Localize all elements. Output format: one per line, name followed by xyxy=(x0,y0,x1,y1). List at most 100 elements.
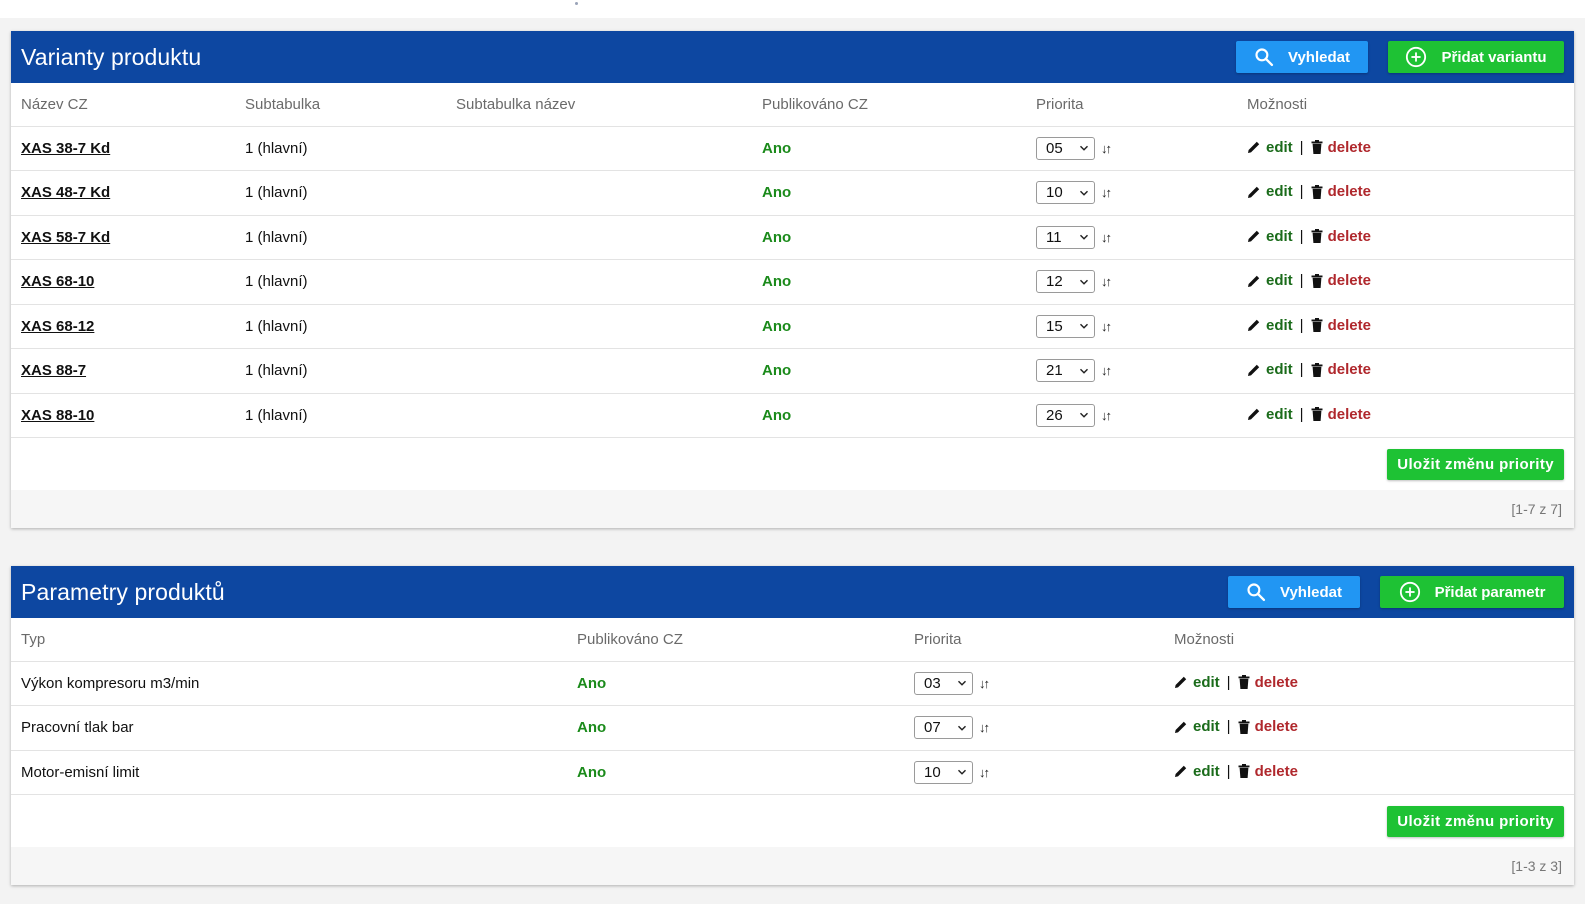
col-moznosti: Možnosti xyxy=(1237,83,1574,127)
variant-name-link[interactable]: XAS 58-7 Kd xyxy=(21,229,110,246)
sort-arrows-icon[interactable]: ↓↑ xyxy=(979,765,990,780)
edit-link[interactable]: edit xyxy=(1266,272,1293,289)
table-row: XAS 68-10 1 (hlavní) Ano 12 ↓↑ edit | delete xyxy=(11,259,1574,305)
priority-select[interactable]: 03 xyxy=(914,671,973,695)
pencil-icon xyxy=(1175,676,1187,688)
priority-select[interactable]: 05 xyxy=(1036,136,1095,160)
options-cell: edit | delete xyxy=(1164,661,1574,706)
delete-link[interactable]: delete xyxy=(1328,139,1371,156)
edit-link[interactable]: edit xyxy=(1266,183,1293,200)
col-nazev: Název CZ xyxy=(11,83,235,127)
delete-link[interactable]: delete xyxy=(1328,406,1371,423)
table-row: Výkon kompresoru m3/min Ano 03 ↓↑ edit | delet… xyxy=(11,661,1574,706)
priority-select[interactable]: 26 xyxy=(1036,403,1095,427)
sort-arrows-icon[interactable]: ↓↑ xyxy=(1101,141,1112,156)
name-cell: XAS 68-12 xyxy=(11,304,235,349)
chevron-down-icon xyxy=(957,680,967,687)
subtable-cell: 1 (hlavní) xyxy=(235,215,446,260)
table-row: XAS 38-7 Kd 1 (hlavní) Ano 05 ↓↑ edit | delete xyxy=(11,126,1574,171)
variant-name-link[interactable]: XAS 48-7 Kd xyxy=(21,184,110,201)
delete-link[interactable]: delete xyxy=(1255,718,1298,735)
table-row: Motor-emisní limit Ano 10 ↓↑ edit | delete xyxy=(11,750,1574,795)
delete-link[interactable]: delete xyxy=(1328,228,1371,245)
name-cell: XAS 88-10 xyxy=(11,393,235,438)
add-variant-button[interactable]: Přidat variantu xyxy=(1388,41,1564,73)
options-cell: edit | delete xyxy=(1237,393,1574,438)
plus-circle-icon xyxy=(1406,46,1427,68)
pencil-icon xyxy=(1248,319,1260,331)
variant-name-link[interactable]: XAS 88-7 xyxy=(21,362,86,379)
published-cell: Ano xyxy=(752,215,1026,260)
priority-value: 07 xyxy=(924,719,941,737)
options-separator: | xyxy=(1299,361,1304,378)
published-cell: Ano xyxy=(752,170,1026,216)
priority-cell: 12 ↓↑ xyxy=(1026,259,1237,305)
priority-value: 10 xyxy=(924,763,941,781)
priority-value: 11 xyxy=(1046,228,1062,246)
priority-cell: 10 ↓↑ xyxy=(904,750,1164,795)
chevron-down-icon xyxy=(1079,234,1089,241)
params-pager: [1-3 z 3] xyxy=(11,847,1574,885)
edit-link[interactable]: edit xyxy=(1266,317,1293,334)
delete-link[interactable]: delete xyxy=(1328,272,1371,289)
sort-arrows-icon[interactable]: ↓↑ xyxy=(1101,363,1112,378)
trash-icon xyxy=(1238,719,1250,734)
options-cell: edit | delete xyxy=(1237,126,1574,171)
add-parameter-button[interactable]: Přidat parametr xyxy=(1380,576,1564,608)
edit-link[interactable]: edit xyxy=(1266,139,1293,156)
options-cell: edit | delete xyxy=(1164,705,1574,751)
priority-value: 15 xyxy=(1046,317,1063,335)
priority-cell: 11 ↓↑ xyxy=(1026,215,1237,260)
sort-arrows-icon[interactable]: ↓↑ xyxy=(1101,185,1112,200)
sort-arrows-icon[interactable]: ↓↑ xyxy=(979,720,990,735)
chevron-down-icon xyxy=(1079,190,1089,196)
col-subtabulka: Subtabulka xyxy=(235,83,446,127)
variant-name-link[interactable]: XAS 88-10 xyxy=(21,407,94,424)
trash-icon xyxy=(1238,675,1250,689)
params-panel-header: Parametry produktů Vyhledat Přidat param… xyxy=(11,566,1574,618)
chevron-down-icon xyxy=(1079,323,1089,330)
params-search-button[interactable]: Vyhledat xyxy=(1228,576,1360,608)
delete-link[interactable]: delete xyxy=(1328,361,1371,378)
variants-search-button[interactable]: Vyhledat xyxy=(1236,41,1368,73)
variant-name-link[interactable]: XAS 68-10 xyxy=(21,273,94,290)
variant-name-link[interactable]: XAS 68-12 xyxy=(21,318,94,335)
priority-select[interactable]: 10 xyxy=(914,760,973,784)
delete-link[interactable]: delete xyxy=(1255,674,1298,691)
priority-select[interactable]: 21 xyxy=(1036,359,1095,383)
priority-select[interactable]: 15 xyxy=(1036,314,1095,338)
delete-link[interactable]: delete xyxy=(1255,763,1298,780)
priority-select[interactable]: 07 xyxy=(914,716,973,740)
plus-circle-icon xyxy=(1399,581,1420,603)
pencil-icon xyxy=(1248,186,1260,198)
variants-footer: Uložit změnu priority xyxy=(11,438,1574,490)
delete-link[interactable]: delete xyxy=(1328,183,1371,200)
add-parameter-label: Přidat parametr xyxy=(1434,583,1546,601)
published-value: Ano xyxy=(762,184,792,202)
edit-link[interactable]: edit xyxy=(1266,406,1293,423)
sort-arrows-icon[interactable]: ↓↑ xyxy=(979,676,990,691)
name-cell: XAS 48-7 Kd xyxy=(11,170,235,216)
sort-arrows-icon[interactable]: ↓↑ xyxy=(1101,274,1112,289)
sort-arrows-icon[interactable]: ↓↑ xyxy=(1101,230,1112,245)
edit-link[interactable]: edit xyxy=(1266,228,1293,245)
sort-arrows-icon[interactable]: ↓↑ xyxy=(1101,319,1112,334)
edit-link[interactable]: edit xyxy=(1193,674,1220,691)
edit-link[interactable]: edit xyxy=(1193,718,1220,735)
edit-link[interactable]: edit xyxy=(1193,763,1220,780)
pencil-icon xyxy=(1248,364,1260,376)
edit-link[interactable]: edit xyxy=(1266,361,1293,378)
variant-name-link[interactable]: XAS 38-7 Kd xyxy=(21,140,110,157)
variants-save-priority-button[interactable]: Uložit změnu priority xyxy=(1387,449,1564,480)
published-cell: Ano xyxy=(752,393,1026,438)
priority-select[interactable]: 12 xyxy=(1036,270,1095,294)
priority-select[interactable]: 11 xyxy=(1036,225,1095,249)
priority-select[interactable]: 10 xyxy=(1036,181,1095,205)
subtable-name-cell xyxy=(446,215,752,260)
options-separator: | xyxy=(1299,183,1304,200)
trash-icon xyxy=(1311,273,1323,288)
delete-link[interactable]: delete xyxy=(1328,317,1371,334)
params-save-priority-button[interactable]: Uložit změnu priority xyxy=(1387,806,1564,837)
sort-arrows-icon[interactable]: ↓↑ xyxy=(1101,408,1112,423)
trash-icon xyxy=(1311,362,1323,377)
